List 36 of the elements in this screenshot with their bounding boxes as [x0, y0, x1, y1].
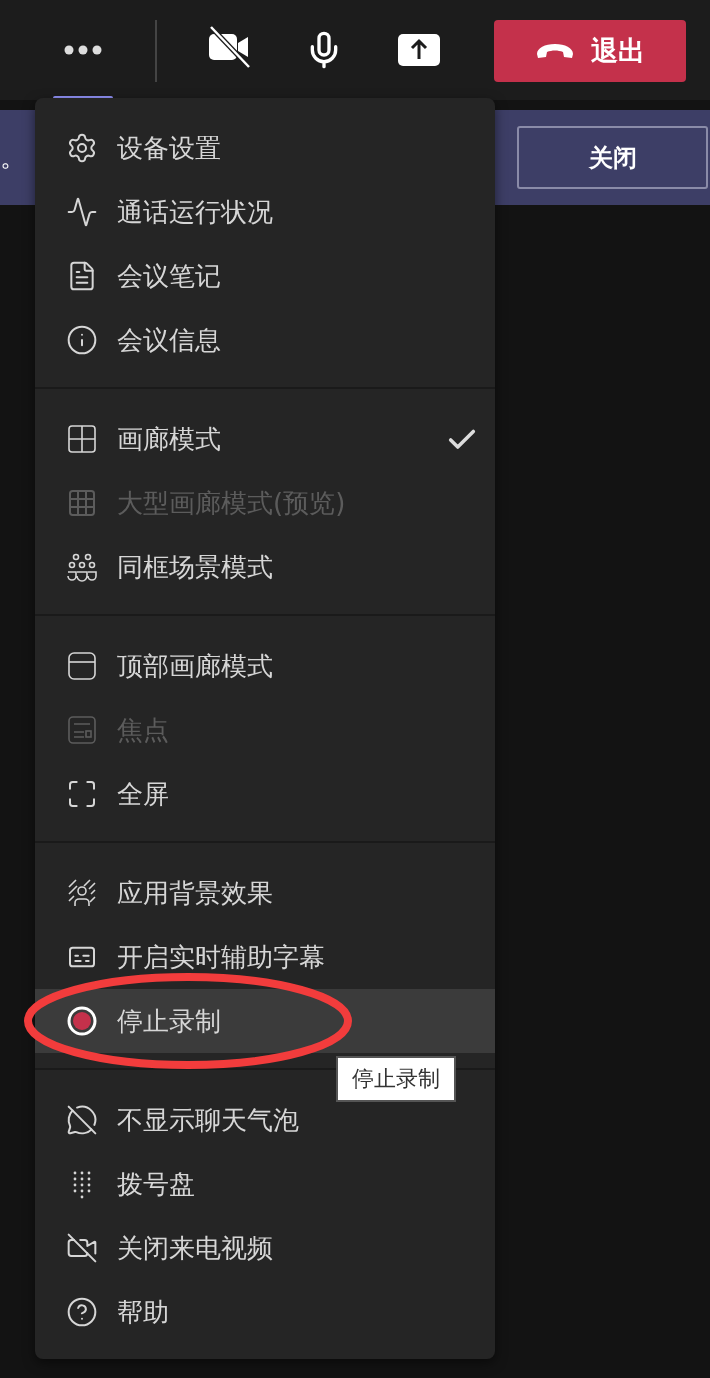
menu-item[interactable]: 同框场景模式	[35, 535, 495, 599]
menu-item[interactable]: 画廊模式	[35, 407, 495, 471]
people-icon	[66, 551, 98, 583]
camera-off-icon	[207, 25, 251, 69]
layout-icon	[66, 650, 98, 682]
grid-icon	[66, 423, 98, 455]
settings-icon	[66, 132, 98, 164]
menu-item[interactable]: 关闭来电视频	[35, 1216, 495, 1280]
chat-off-icon	[66, 1104, 98, 1136]
share-screen-icon	[398, 34, 440, 66]
grid-icon	[66, 487, 98, 519]
fullscreen-icon	[66, 778, 98, 810]
menu-item[interactable]: 停止录制	[35, 989, 495, 1053]
menu-item[interactable]: 全屏	[35, 762, 495, 826]
tooltip: 停止录制	[336, 1056, 456, 1102]
record-icon	[66, 1005, 98, 1037]
hang-up-icon	[535, 42, 575, 60]
menu-item[interactable]: 帮助	[35, 1280, 495, 1344]
menu-item[interactable]: 开启实时辅助字幕	[35, 925, 495, 989]
close-button[interactable]: 关闭	[517, 126, 708, 189]
video-off-icon	[66, 1232, 98, 1264]
menu-item[interactable]: 顶部画廊模式	[35, 634, 495, 698]
more-icon	[64, 45, 102, 55]
menu-item[interactable]: 会议笔记	[35, 244, 495, 308]
menu-item[interactable]: 通话运行状况	[35, 180, 495, 244]
info-icon	[66, 324, 98, 356]
banner-text: 。	[0, 141, 26, 174]
help-icon	[66, 1296, 98, 1328]
layout-icon	[66, 714, 98, 746]
background-effect-icon	[66, 877, 98, 909]
menu-item[interactable]: 应用背景效果	[35, 861, 495, 925]
menu-item[interactable]: 拨号盘	[35, 1152, 495, 1216]
leave-button[interactable]: 退出	[494, 20, 686, 82]
menu-item[interactable]: 会议信息	[35, 308, 495, 372]
menu-item[interactable]: 设备设置	[35, 116, 495, 180]
pulse-icon	[66, 196, 98, 228]
